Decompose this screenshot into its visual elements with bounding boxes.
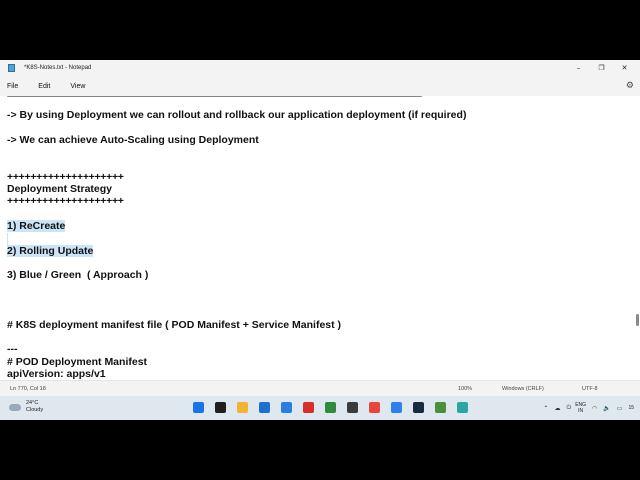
taskbar-app-icon[interactable] bbox=[325, 402, 336, 413]
minimize-button[interactable]: – bbox=[567, 60, 590, 76]
battery-icon[interactable]: ▭ bbox=[617, 405, 623, 412]
weather-temp: 24°C bbox=[26, 400, 39, 406]
menu-file[interactable]: File bbox=[7, 83, 18, 90]
taskbar-app-icon[interactable] bbox=[457, 402, 468, 413]
chevron-up-icon[interactable]: ⌃ bbox=[543, 405, 548, 412]
vertical-scrollbar[interactable] bbox=[634, 96, 640, 380]
cloud-icon bbox=[9, 403, 21, 411]
notepad-icon bbox=[8, 64, 15, 72]
taskbar-app-icon[interactable] bbox=[369, 402, 380, 413]
taskbar: 24°C Cloudy ⌃ ☁ ⏻ ENG IN ◠ 🔈 ▭ 15 bbox=[0, 396, 640, 420]
clock[interactable]: 15 bbox=[628, 405, 634, 411]
editor-line: --- bbox=[7, 343, 18, 355]
encoding: UTF-8 bbox=[582, 386, 598, 392]
selection-gap bbox=[7, 233, 8, 245]
taskbar-app-icon[interactable] bbox=[413, 402, 424, 413]
system-tray: ⌃ ☁ ⏻ ENG IN ◠ 🔈 ▭ 15 bbox=[537, 402, 634, 414]
window-title: *K8S-Notes.txt - Notepad bbox=[24, 65, 92, 71]
zoom-level: 100% bbox=[458, 386, 473, 392]
taskbar-app-icon[interactable] bbox=[215, 402, 226, 413]
title-bar: *K8S-Notes.txt - Notepad – ❐ ✕ bbox=[0, 60, 640, 76]
gear-icon[interactable]: ⚙ bbox=[626, 80, 634, 92]
language-indicator[interactable]: ENG IN bbox=[575, 402, 586, 414]
cloud-sync-icon[interactable]: ☁ bbox=[554, 405, 560, 412]
taskbar-apps bbox=[193, 402, 479, 413]
close-button[interactable]: ✕ bbox=[613, 60, 636, 76]
editor-line: apiVersion: apps/v1 bbox=[7, 368, 106, 380]
text-editor[interactable]: -> By using Deployment we can rollout an… bbox=[0, 96, 634, 380]
selected-text: 2) Rolling Update bbox=[7, 245, 94, 257]
region-code: IN bbox=[578, 408, 584, 414]
selected-text: 1) ReCreate bbox=[7, 220, 66, 232]
volume-icon[interactable]: 🔈 bbox=[603, 405, 610, 412]
weather-desc: Cloudy bbox=[26, 407, 44, 413]
menu-edit[interactable]: Edit bbox=[38, 83, 50, 90]
taskbar-app-icon[interactable] bbox=[391, 402, 402, 413]
editor-line: -> We can achieve Auto-Scaling using Dep… bbox=[7, 134, 259, 146]
desktop-screen: *K8S-Notes.txt - Notepad – ❐ ✕ File Edit… bbox=[0, 60, 640, 420]
taskbar-app-icon[interactable] bbox=[303, 402, 314, 413]
start-icon[interactable] bbox=[193, 402, 204, 413]
editor-line: 3) Blue / Green ( Approach ) bbox=[7, 269, 149, 281]
line-ending: Windows (CRLF) bbox=[502, 386, 544, 392]
editor-line: ++++++++++++++++++++ bbox=[7, 195, 124, 207]
wifi-icon[interactable]: ◠ bbox=[592, 405, 597, 412]
clipped-line bbox=[7, 96, 427, 98]
menu-bar: File Edit View ⚙ bbox=[0, 76, 640, 96]
window-controls: – ❐ ✕ bbox=[567, 60, 636, 76]
taskbar-app-icon[interactable] bbox=[281, 402, 292, 413]
scrollbar-thumb[interactable] bbox=[636, 314, 639, 326]
taskbar-app-icon[interactable] bbox=[435, 402, 446, 413]
taskbar-app-icon[interactable] bbox=[347, 402, 358, 413]
editor-line: -> By using Deployment we can rollout an… bbox=[7, 109, 467, 121]
taskbar-app-icon[interactable] bbox=[237, 402, 248, 413]
maximize-button[interactable]: ❐ bbox=[590, 60, 613, 76]
cursor-position: Ln 770, Col 18 bbox=[10, 386, 46, 392]
status-bar: Ln 770, Col 18 100% Windows (CRLF) UTF-8 bbox=[0, 380, 640, 397]
power-icon[interactable]: ⏻ bbox=[566, 405, 571, 412]
editor-line: # K8S deployment manifest file ( POD Man… bbox=[7, 319, 342, 331]
menu-view[interactable]: View bbox=[70, 83, 85, 90]
taskbar-app-icon[interactable] bbox=[259, 402, 270, 413]
weather-widget[interactable]: 24°C Cloudy bbox=[9, 400, 43, 414]
